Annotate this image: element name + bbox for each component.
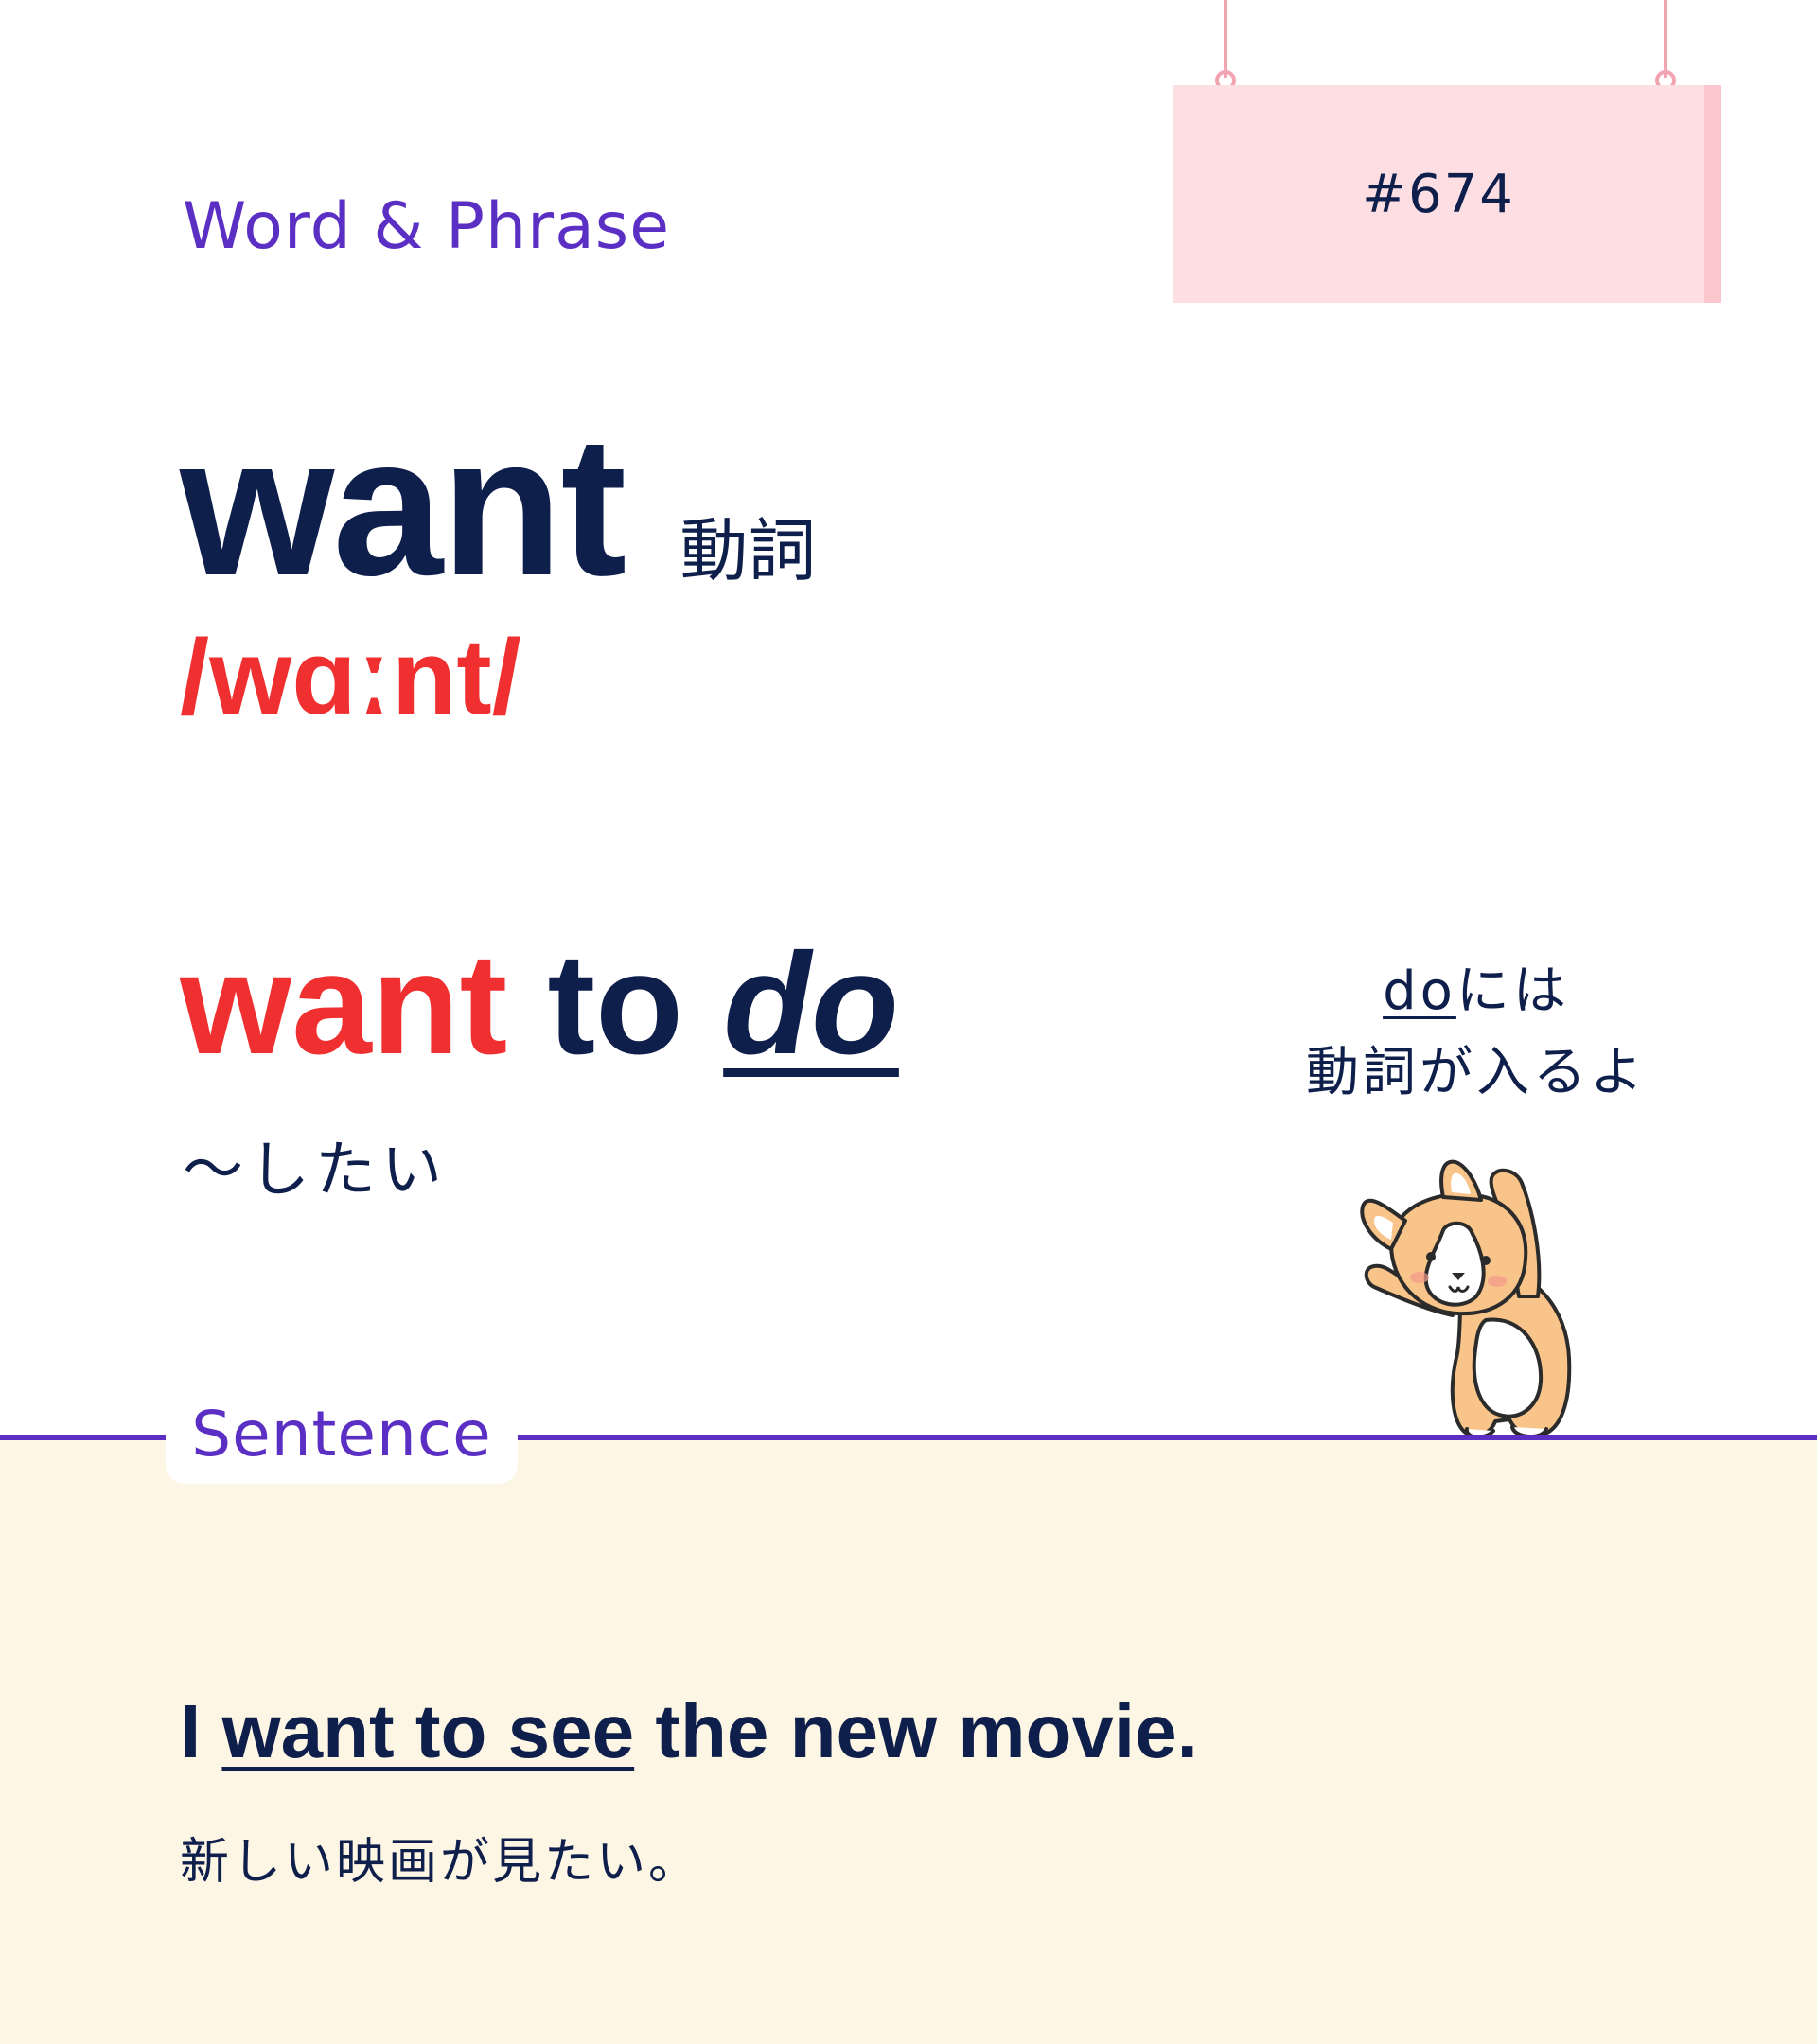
- entry-number: #674: [1362, 163, 1515, 225]
- corgi-mascot-icon: [1360, 1159, 1572, 1439]
- headword: want: [180, 395, 626, 617]
- sign-edge: [1704, 85, 1721, 303]
- example-sentence-highlight: want to see: [221, 1689, 635, 1773]
- grammar-note: doには 動詞が入るよ: [1268, 951, 1685, 1114]
- phrase-meaning: ～したい: [183, 1136, 448, 1206]
- phrase: want to do: [180, 932, 899, 1076]
- example-sentence: I want to see the new movie.: [180, 1694, 1198, 1770]
- word-card: Word & Phrase #674 want 動詞 /wɑːnt/ want …: [0, 0, 1817, 2044]
- note-line-1-rest: には: [1455, 960, 1570, 1022]
- phrase-word-want: want: [180, 924, 508, 1084]
- example-translation: 新しい映画が見たい。: [180, 1834, 701, 1891]
- note-line-1: doには: [1268, 951, 1685, 1032]
- part-of-speech: 動詞: [679, 511, 817, 590]
- sign-string-right: [1664, 0, 1667, 78]
- sign-string-left: [1224, 0, 1227, 78]
- example-sentence-start: I: [180, 1689, 222, 1773]
- entry-number-sign: #674: [1173, 85, 1721, 303]
- pronunciation: /wɑːnt/: [180, 618, 521, 736]
- example-sentence-end: the new movie.: [634, 1689, 1198, 1773]
- section-label-word-phrase: Word & Phrase: [183, 189, 671, 264]
- section-label-sentence: Sentence: [166, 1383, 518, 1484]
- phrase-word-to: to: [547, 924, 683, 1084]
- phrase-word-do: do: [723, 924, 899, 1084]
- note-line-2: 動詞が入るよ: [1306, 1042, 1647, 1103]
- headword-row: want 動詞: [180, 407, 816, 606]
- note-underlined-word: do: [1383, 960, 1456, 1022]
